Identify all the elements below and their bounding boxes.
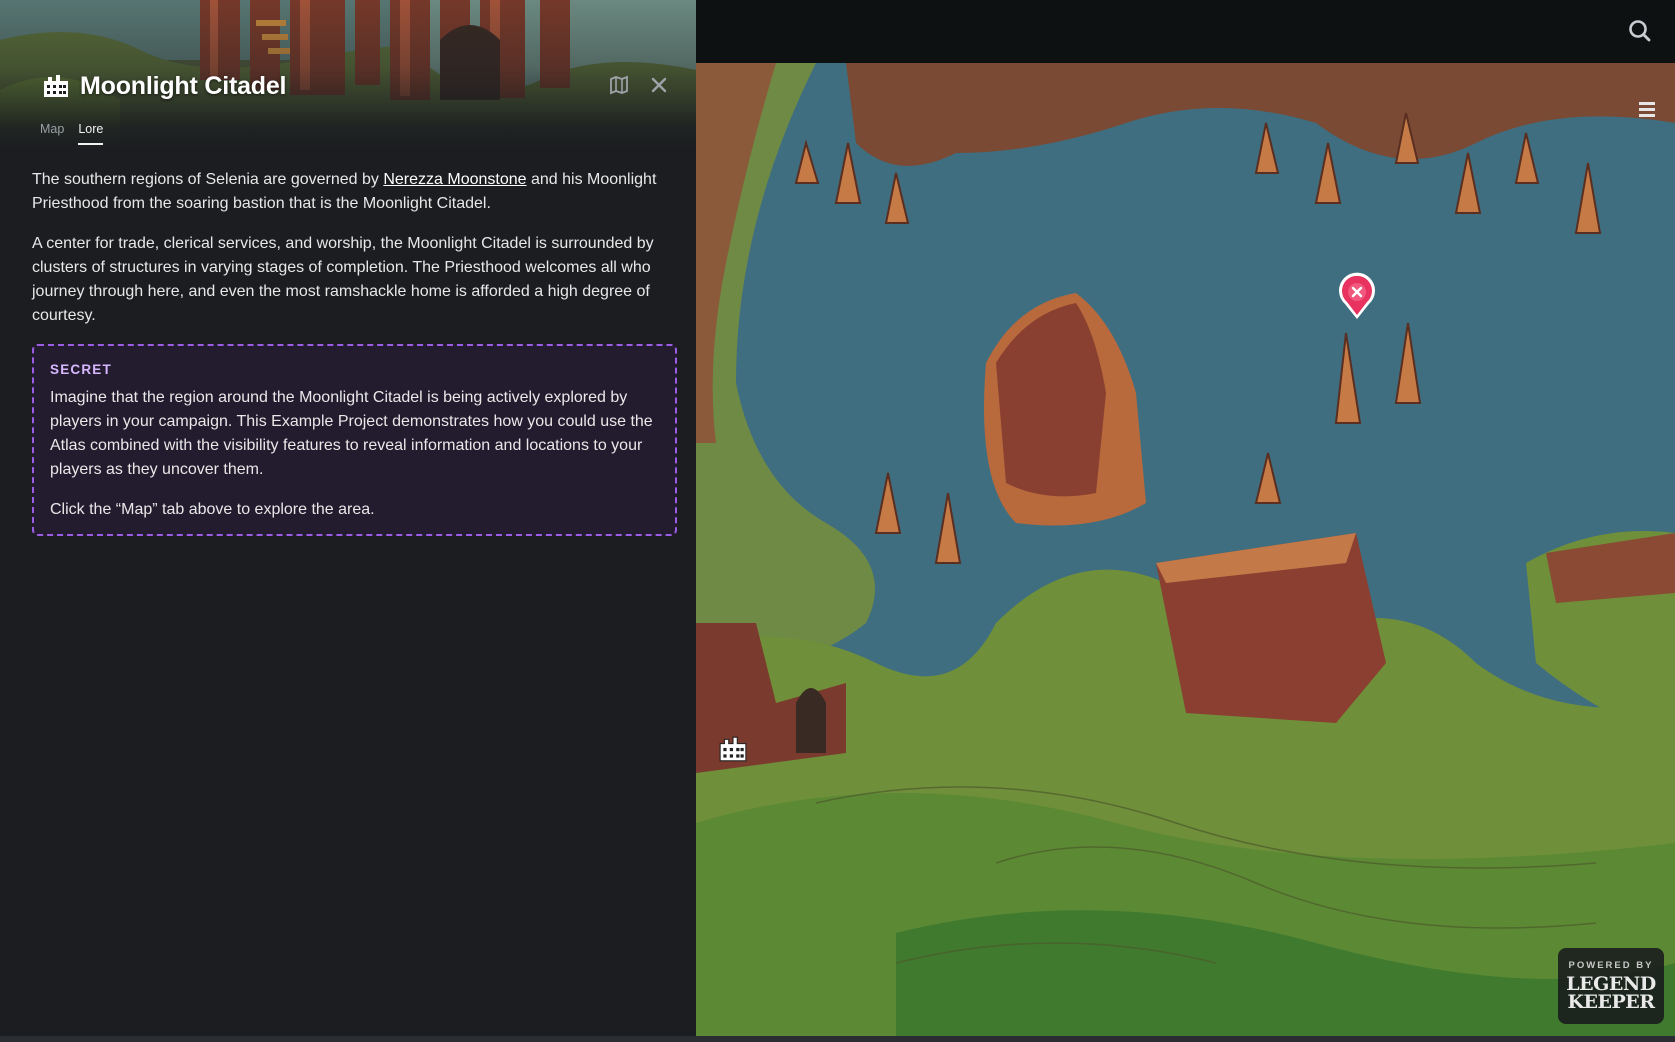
close-icon [651, 77, 667, 93]
article-actions [606, 72, 672, 98]
powered-by-label: POWERED BY [1568, 960, 1654, 971]
secret-paragraph-2: Click the “Map” tab above to explore the… [50, 501, 375, 518]
building-icon [719, 736, 747, 762]
nerezza-moonstone-link[interactable]: Nerezza Moonstone [383, 171, 526, 188]
close-pin-icon [1339, 272, 1375, 319]
secret-block: SECRET Imagine that the region around th… [32, 344, 677, 536]
open-in-map-button[interactable] [606, 72, 632, 98]
secret-paragraph-1: Imagine that the region around the Moonl… [50, 389, 653, 478]
map-canvas[interactable]: POWERED BY LEGEND KEEPER [696, 63, 1675, 1036]
map-pin-icon [610, 75, 628, 95]
search-icon [1629, 20, 1651, 42]
powered-by-badge[interactable]: POWERED BY LEGEND KEEPER [1558, 948, 1664, 1024]
tab-lore[interactable]: Lore [78, 122, 104, 145]
map-menu-button[interactable] [1635, 98, 1659, 120]
search-button[interactable] [1627, 18, 1653, 44]
logo-line-2: KEEPER [1567, 991, 1655, 1013]
citadel-map-marker[interactable] [718, 735, 748, 763]
article-header: Moonlight Citadel [42, 66, 286, 106]
page-title: Moonlight Citadel [80, 71, 287, 100]
map-illustration [696, 63, 1675, 1036]
map-top-bar [696, 0, 1675, 63]
article-tabs: Map Lore [40, 122, 104, 145]
tab-map[interactable]: Map [40, 122, 64, 145]
article-content: The southern regions of Selenia are gove… [32, 168, 677, 536]
lore-text: The southern regions of Selenia are gove… [32, 171, 384, 188]
hamburger-menu-icon [1639, 102, 1655, 117]
article-panel: Moonlight Citadel Map Lore The southern … [0, 0, 696, 1036]
building-icon [44, 75, 68, 97]
lore-paragraph-2: A center for trade, clerical services, a… [32, 235, 654, 324]
map-pin-marker[interactable] [1337, 271, 1377, 321]
legend-keeper-logo: LEGEND KEEPER [1558, 975, 1664, 1013]
secret-label: SECRET [50, 362, 112, 377]
bottom-edge [0, 1036, 1675, 1042]
close-button[interactable] [646, 72, 672, 98]
lore-paragraph-1: The southern regions of Selenia are gove… [32, 168, 677, 216]
